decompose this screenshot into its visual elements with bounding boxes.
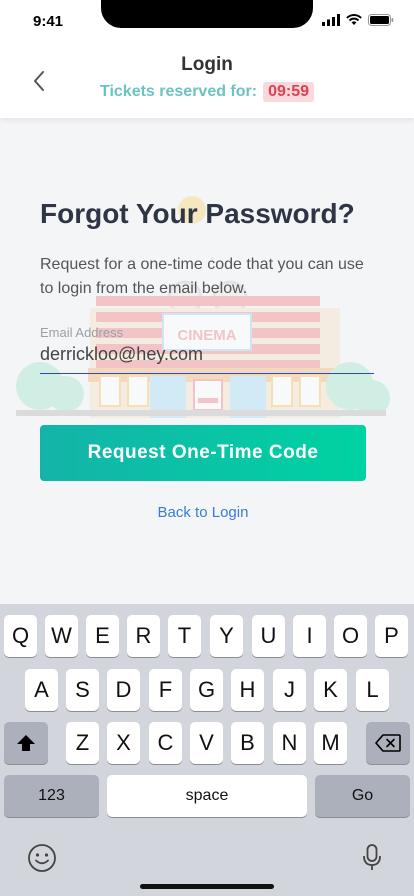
key-p[interactable]: P	[375, 615, 408, 657]
signal-icon	[322, 14, 340, 26]
header: Login Tickets reserved for: 09:59	[0, 44, 414, 118]
status-time: 9:41	[33, 13, 64, 30]
reservation-info: Tickets reserved for: 09:59	[0, 82, 414, 102]
go-key[interactable]: Go	[315, 775, 410, 817]
key-h[interactable]: H	[231, 669, 264, 711]
key-q[interactable]: Q	[4, 615, 37, 657]
shift-key[interactable]	[4, 722, 48, 764]
key-e[interactable]: E	[86, 615, 119, 657]
key-m[interactable]: M	[314, 722, 347, 764]
key-f[interactable]: F	[149, 669, 182, 711]
status-bar: 9:41	[0, 0, 414, 44]
email-field[interactable]	[40, 344, 374, 374]
key-z[interactable]: Z	[66, 722, 99, 764]
reservation-label: Tickets reserved for:	[99, 83, 258, 100]
key-v[interactable]: V	[190, 722, 223, 764]
request-code-button[interactable]: Request One-Time Code	[40, 425, 366, 481]
wifi-icon	[346, 14, 362, 25]
notch	[101, 0, 313, 28]
key-t[interactable]: T	[168, 615, 201, 657]
home-indicator	[140, 884, 274, 889]
key-n[interactable]: N	[273, 722, 306, 764]
key-w[interactable]: W	[45, 615, 78, 657]
page-heading: Forgot Your Password?	[40, 198, 355, 229]
key-o[interactable]: O	[334, 615, 367, 657]
key-s[interactable]: S	[66, 669, 99, 711]
page-title: Login	[181, 54, 233, 75]
numbers-key[interactable]: 123	[4, 775, 99, 817]
emoji-icon[interactable]	[27, 843, 57, 873]
key-u[interactable]: U	[252, 615, 285, 657]
key-k[interactable]: K	[314, 669, 347, 711]
key-j[interactable]: J	[273, 669, 306, 711]
keyboard: Q W E R T Y U I O P A S D F G H J K L Z …	[0, 604, 414, 896]
delete-key[interactable]	[366, 722, 410, 764]
key-i[interactable]: I	[293, 615, 326, 657]
instructions-text: Request for a one-time code that you can…	[40, 256, 364, 297]
battery-icon	[368, 14, 394, 26]
key-b[interactable]: B	[231, 722, 264, 764]
key-r[interactable]: R	[127, 615, 160, 657]
space-key[interactable]: space	[107, 775, 307, 817]
status-icons	[322, 14, 394, 26]
key-x[interactable]: X	[107, 722, 140, 764]
back-to-login-link[interactable]: Back to Login	[0, 504, 406, 521]
key-d[interactable]: D	[107, 669, 140, 711]
key-a[interactable]: A	[25, 669, 58, 711]
key-c[interactable]: C	[149, 722, 182, 764]
key-g[interactable]: G	[190, 669, 223, 711]
forgot-password-form: Forgot Your Password? Request for a one-…	[40, 195, 380, 374]
shift-icon	[17, 735, 35, 751]
key-y[interactable]: Y	[210, 615, 243, 657]
backspace-icon	[375, 734, 401, 752]
reservation-timer: 09:59	[263, 82, 315, 102]
email-label: Email Address	[40, 325, 124, 340]
key-l[interactable]: L	[356, 669, 389, 711]
microphone-icon[interactable]	[361, 843, 383, 873]
